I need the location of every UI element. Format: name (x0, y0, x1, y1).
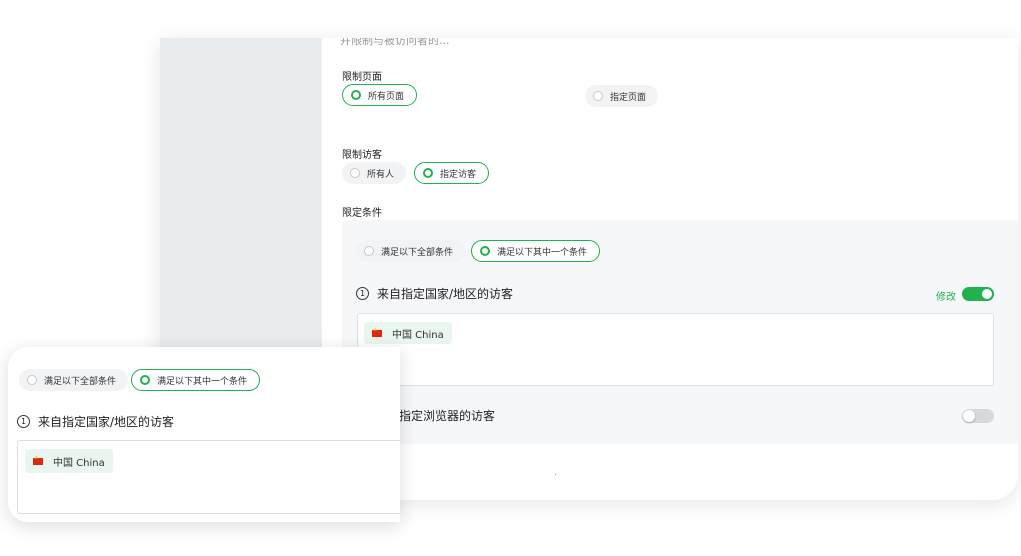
everyone-label: 所有人 (367, 169, 395, 180)
match-all-label-zoomed: 满足以下全部条件 (44, 376, 117, 387)
radio-checked-icon (423, 168, 433, 178)
rule-browser-title: 指定浏览器的访客 (399, 407, 495, 424)
rule-browser-label: 指定浏览器的访客 (399, 409, 496, 423)
specified-visitor-label: 指定访客 (440, 169, 477, 180)
rule-country-title-zoomed: 1 来自指定国家/地区的访客 (17, 413, 174, 430)
edit-country-link[interactable]: 修改 (936, 288, 956, 303)
specified-pages-label: 指定页面 (610, 92, 647, 103)
match-any-radio[interactable]: 满足以下其中一个条件 (471, 240, 601, 262)
conditions-label: 限定条件 (342, 208, 382, 219)
everyone-radio[interactable]: 所有人 (342, 162, 407, 184)
country-tag-label: 中国 China (392, 329, 444, 341)
truncated-description: 并限制与被访问者的... (340, 38, 450, 47)
match-any-label: 满足以下其中一个条件 (497, 247, 588, 258)
all-pages-radio[interactable]: 所有页面 (342, 84, 418, 106)
all-pages-label: 所有页面 (368, 91, 405, 102)
specified-visitor-radio[interactable]: 指定访客 (414, 162, 490, 184)
radio-unchecked-icon (364, 246, 374, 256)
match-any-radio-zoomed[interactable]: 满足以下其中一个条件 (131, 369, 261, 391)
radio-unchecked-icon (27, 375, 37, 385)
match-any-label-zoomed: 满足以下其中一个条件 (157, 376, 248, 387)
rule-number-badge: 1 (17, 415, 30, 428)
rule-number-badge: 1 (356, 287, 369, 300)
toggle-knob (982, 289, 992, 299)
country-tag-label-zoomed: 中国 China (53, 457, 105, 469)
radio-checked-icon (351, 90, 361, 100)
rule-country-title: 1 来自指定国家/地区的访客 (356, 285, 513, 302)
restrict-page-label: 限制页面 (342, 72, 382, 83)
match-all-label: 满足以下全部条件 (381, 247, 454, 258)
settings-content: 并限制与被访问者的... 限制页面 所有页面 指定页面 限制访客 所有人 指定访… (322, 38, 1018, 500)
toggle-knob (963, 410, 975, 422)
country-select-box[interactable]: 中国 China (357, 313, 994, 386)
radio-unchecked-icon (350, 168, 360, 178)
radio-checked-icon (140, 375, 150, 385)
rule-country-label-zoomed: 来自指定国家/地区的访客 (38, 415, 175, 429)
match-all-radio-zoomed[interactable]: 满足以下全部条件 (19, 369, 129, 391)
china-flag-icon (372, 327, 382, 337)
screenshot-stage: 并限制与被访问者的... 限制页面 所有页面 指定页面 限制访客 所有人 指定访… (0, 0, 1021, 556)
truncated-item: · (554, 470, 558, 481)
country-select-box-zoomed[interactable]: 中国 China (17, 440, 400, 514)
browser-rule-toggle[interactable] (962, 409, 994, 423)
radio-unchecked-icon (593, 91, 603, 101)
rule-country-label: 来自指定国家/地区的访客 (377, 287, 514, 301)
country-rule-toggle[interactable] (962, 287, 994, 301)
country-tag[interactable]: 中国 China (364, 322, 452, 344)
zoom-callout: 满足以下全部条件 满足以下其中一个条件 1 来自指定国家/地区的访客 中国 Ch… (8, 347, 400, 522)
country-tag-zoomed[interactable]: 中国 China (25, 449, 113, 473)
specified-pages-radio[interactable]: 指定页面 (585, 85, 659, 107)
restrict-visitor-label: 限制访客 (342, 150, 382, 161)
radio-checked-icon (480, 246, 490, 256)
match-all-radio[interactable]: 满足以下全部条件 (356, 240, 466, 262)
china-flag-icon (33, 455, 43, 465)
conditions-panel: 满足以下全部条件 满足以下其中一个条件 1 来自指定国家/地区的访客 修改 ★ … (342, 220, 1018, 444)
